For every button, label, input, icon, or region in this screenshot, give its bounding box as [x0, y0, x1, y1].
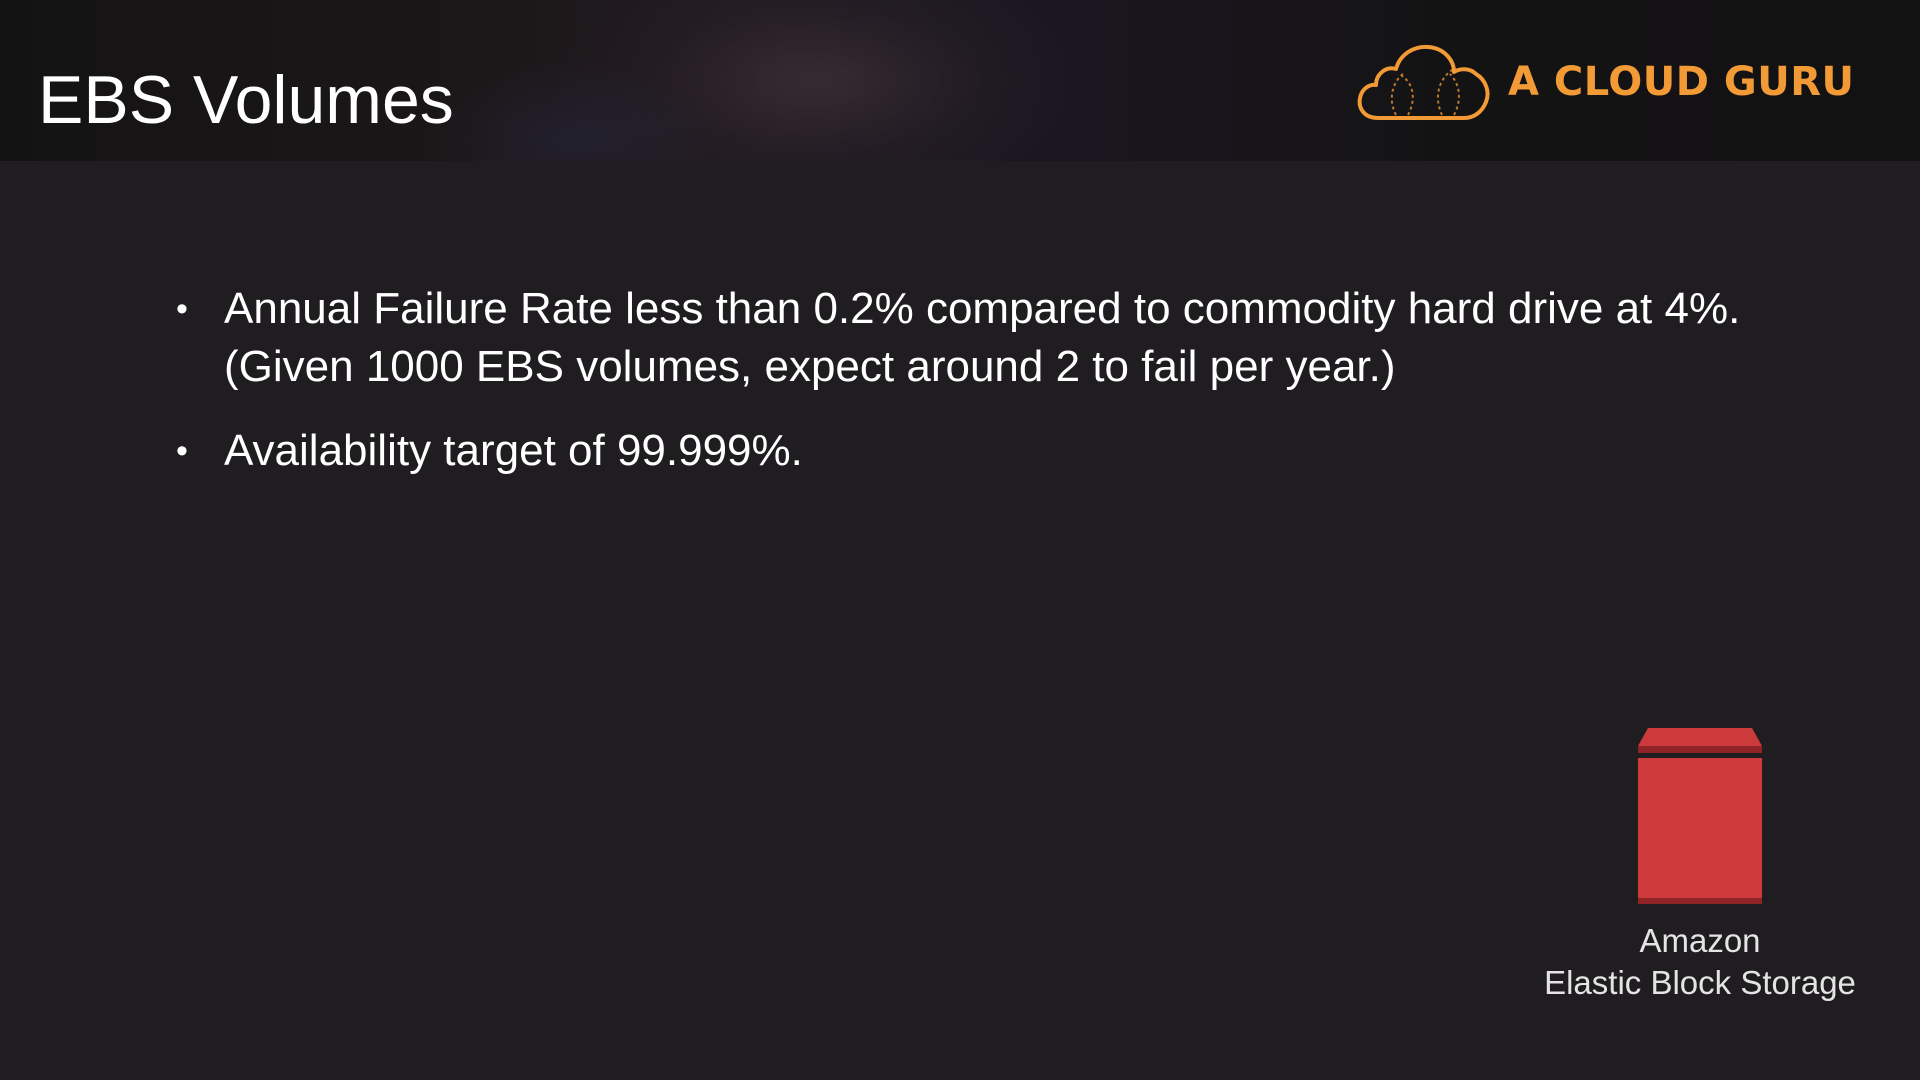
slide-header: EBS Volumes A CLOUD GURU — [0, 0, 1920, 161]
bullet-item: • Availability target of 99.999%. — [168, 422, 1788, 480]
bullet-list: • Annual Failure Rate less than 0.2% com… — [168, 280, 1788, 506]
brand-name: A CLOUD GURU — [1508, 59, 1855, 105]
brand-logo: A CLOUD GURU — [1356, 40, 1855, 124]
bullet-icon: • — [176, 432, 188, 470]
service-label-line2: Elastic Block Storage — [1544, 964, 1856, 1001]
bullet-icon: • — [176, 290, 188, 328]
service-label: Amazon Elastic Block Storage — [1510, 920, 1890, 1004]
bullet-item: • Annual Failure Rate less than 0.2% com… — [168, 280, 1788, 396]
page-title: EBS Volumes — [38, 62, 454, 138]
bullet-text: Annual Failure Rate less than 0.2% compa… — [224, 284, 1741, 391]
bullet-text: Availability target of 99.999%. — [224, 426, 803, 475]
ebs-volume-icon — [1638, 728, 1762, 904]
cloud-logo-icon — [1357, 44, 1490, 120]
ebs-service-graphic: Amazon Elastic Block Storage — [1510, 728, 1890, 1004]
service-label-line1: Amazon — [1639, 922, 1761, 959]
